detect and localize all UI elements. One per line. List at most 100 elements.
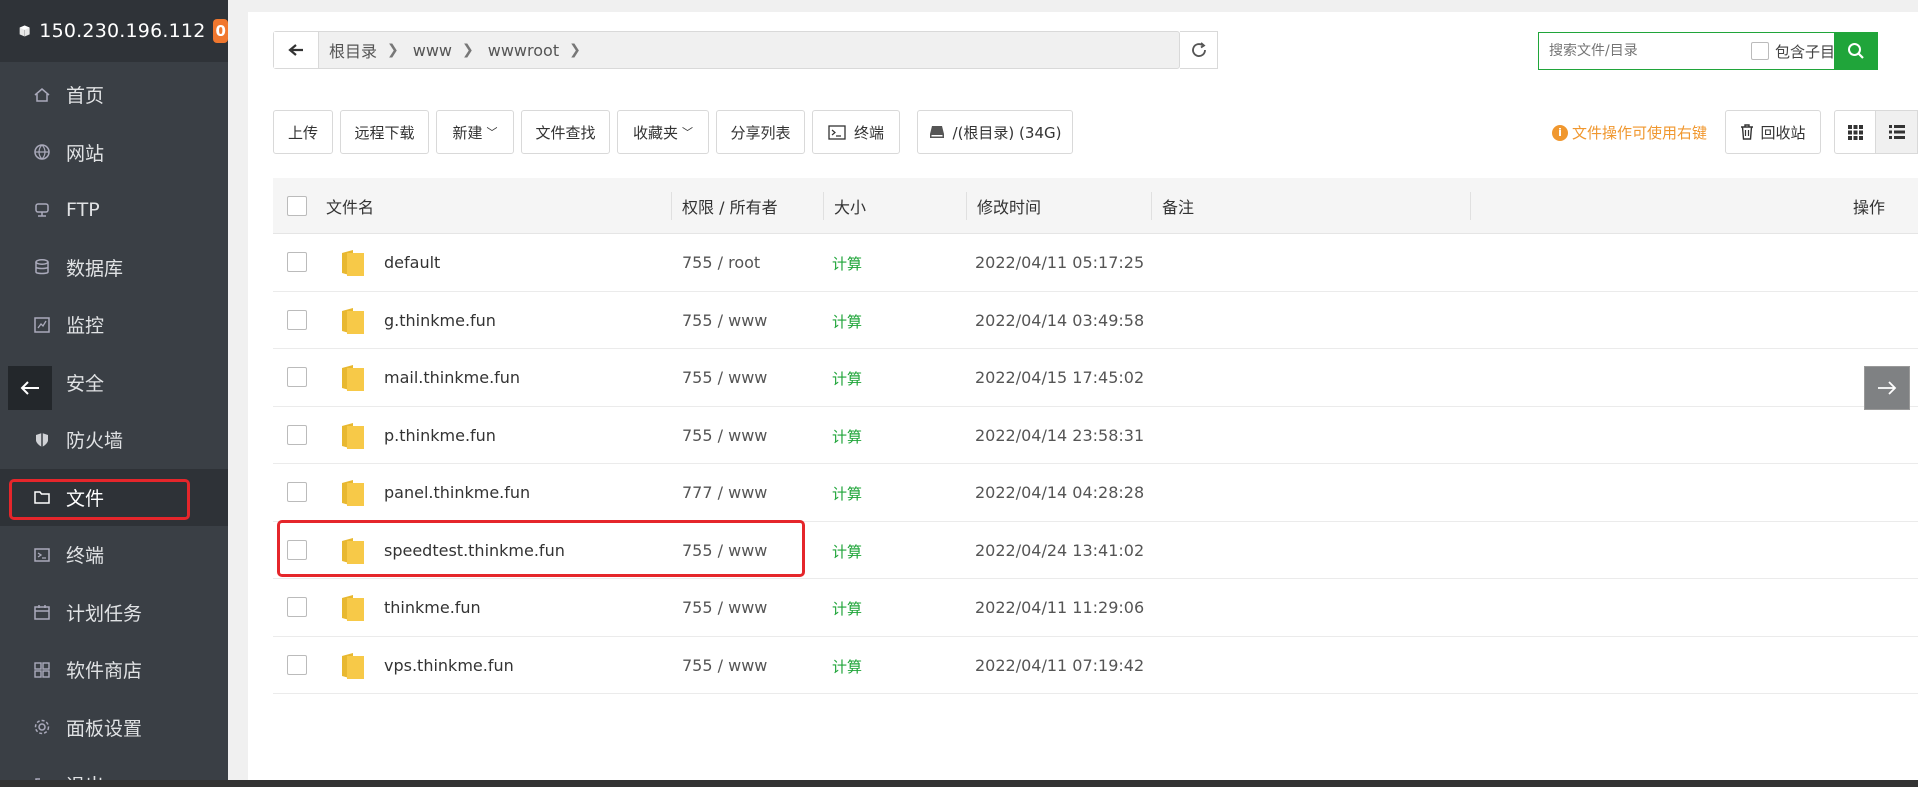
breadcrumb-wwwroot[interactable]: wwwroot bbox=[488, 41, 559, 60]
terminal-icon bbox=[32, 545, 52, 565]
recycle-bin-button[interactable]: 回收站 bbox=[1725, 110, 1821, 154]
sidebar-item-monitor[interactable]: 监控 bbox=[0, 296, 228, 354]
column-mtime[interactable]: 修改时间 bbox=[977, 178, 1041, 234]
sidebar-item-terminal[interactable]: 终端 bbox=[0, 526, 228, 584]
sidebar-item-label: 监控 bbox=[66, 315, 105, 338]
file-size-calc[interactable]: 计算 bbox=[832, 541, 862, 562]
select-all[interactable] bbox=[287, 178, 307, 234]
refresh-button[interactable] bbox=[1180, 31, 1218, 69]
row-checkbox[interactable] bbox=[287, 252, 307, 272]
breadcrumb-www[interactable]: www bbox=[413, 41, 452, 60]
row-checkbox[interactable] bbox=[287, 424, 307, 445]
sidebar-item-home[interactable]: 首页 bbox=[0, 66, 228, 124]
file-permission[interactable]: 755 / www bbox=[682, 368, 767, 387]
right-click-hint: i 文件操作可使用右键 bbox=[1552, 122, 1707, 143]
new-button-label: 新建 bbox=[452, 123, 483, 142]
file-permission[interactable]: 755 / www bbox=[682, 311, 767, 330]
file-size-calc[interactable]: 计算 bbox=[832, 483, 862, 504]
file-size-calc[interactable]: 计算 bbox=[832, 311, 862, 332]
notification-badge[interactable]: 0 bbox=[213, 19, 228, 43]
grid-view-button[interactable] bbox=[1834, 110, 1876, 154]
file-permission[interactable]: 755 / www bbox=[682, 541, 767, 560]
file-size-calc[interactable]: 计算 bbox=[832, 426, 862, 447]
list-view-button[interactable] bbox=[1875, 110, 1918, 154]
remote-download-button[interactable]: 远程下载 bbox=[340, 110, 429, 154]
favorites-button[interactable]: 收藏夹 ﹀ bbox=[617, 110, 709, 154]
search-icon bbox=[1848, 43, 1864, 59]
sidebar-item-label: 网站 bbox=[66, 142, 105, 165]
screenshot-next-button[interactable] bbox=[1864, 366, 1910, 410]
file-name[interactable]: thinkme.fun bbox=[384, 598, 481, 617]
sidebar-item-label: 计划任务 bbox=[66, 602, 143, 625]
row-checkbox[interactable] bbox=[287, 597, 307, 617]
file-size-calc[interactable]: 计算 bbox=[832, 253, 862, 274]
row-checkbox[interactable] bbox=[287, 539, 307, 560]
file-size-calc[interactable]: 计算 bbox=[832, 598, 862, 619]
sidebar-menu: 首页 网站 FTP 数据库 监控 安全 防火墙 文件 终端 计划任务 软件商店 … bbox=[0, 66, 228, 787]
search-button[interactable] bbox=[1834, 32, 1878, 70]
file-name[interactable]: speedtest.thinkme.fun bbox=[384, 541, 565, 560]
column-ops: 操作 bbox=[1853, 198, 1886, 217]
search-input[interactable] bbox=[1539, 43, 1739, 59]
file-permission[interactable]: 777 / www bbox=[682, 483, 767, 502]
file-size-calc[interactable]: 计算 bbox=[832, 656, 862, 677]
sidebar-item-cron[interactable]: 计划任务 bbox=[0, 584, 228, 642]
file-name[interactable]: panel.thinkme.fun bbox=[384, 483, 530, 502]
disk-icon bbox=[929, 125, 945, 139]
file-permission[interactable]: 755 / www bbox=[682, 656, 767, 675]
file-permission[interactable]: 755 / root bbox=[682, 253, 760, 272]
file-search-button[interactable]: 文件查找 bbox=[521, 110, 610, 154]
file-size-calc[interactable]: 计算 bbox=[832, 368, 862, 389]
include-subdir-checkbox[interactable] bbox=[1751, 42, 1769, 60]
file-permission[interactable]: 755 / www bbox=[682, 598, 767, 617]
breadcrumb-root[interactable]: 根目录 bbox=[329, 38, 377, 62]
row-checkbox[interactable] bbox=[287, 309, 307, 330]
folder-icon bbox=[342, 422, 364, 449]
sidebar-item-website[interactable]: 网站 bbox=[0, 124, 228, 182]
file-name[interactable]: mail.thinkme.fun bbox=[384, 368, 520, 387]
breadcrumb: 根目录 ❯ www ❯ wwwroot ❯ bbox=[319, 32, 595, 68]
sidebar-item-ftp[interactable]: FTP bbox=[0, 181, 228, 239]
sidebar-item-app-store[interactable]: 软件商店 bbox=[0, 641, 228, 699]
sidebar-item-firewall[interactable]: 防火墙 bbox=[0, 411, 228, 469]
file-name[interactable]: default bbox=[384, 253, 440, 272]
file-mtime: 2022/04/11 11:29:06 bbox=[975, 598, 1145, 617]
sidebar-item-files[interactable]: 文件 bbox=[0, 468, 228, 526]
calendar-icon bbox=[32, 602, 52, 622]
path-back-button[interactable] bbox=[274, 32, 319, 68]
column-size[interactable]: 大小 bbox=[834, 178, 866, 234]
row-checkbox[interactable] bbox=[287, 654, 307, 675]
right-click-hint-text: 文件操作可使用右键 bbox=[1572, 124, 1708, 142]
table-row[interactable]: default 755 / root 计算 2022/04/11 05:17:2… bbox=[273, 234, 1918, 292]
disk-button[interactable]: /(根目录) (34G) bbox=[917, 110, 1073, 154]
table-row[interactable]: p.thinkme.fun 755 / www 计算 2022/04/14 23… bbox=[273, 407, 1918, 464]
table-row[interactable]: g.thinkme.fun 755 / www 计算 2022/04/14 03… bbox=[273, 292, 1918, 349]
upload-button[interactable]: 上传 bbox=[273, 110, 333, 154]
table-row[interactable]: panel.thinkme.fun 777 / www 计算 2022/04/1… bbox=[273, 464, 1918, 522]
share-list-button[interactable]: 分享列表 bbox=[716, 110, 805, 154]
file-name[interactable]: vps.thinkme.fun bbox=[384, 656, 514, 675]
table-row[interactable]: speedtest.thinkme.fun 755 / www 计算 2022/… bbox=[273, 522, 1918, 579]
terminal-button[interactable]: 终端 bbox=[812, 110, 900, 154]
file-table-body: default 755 / root 计算 2022/04/11 05:17:2… bbox=[273, 234, 1918, 694]
file-mtime: 2022/04/15 17:45:02 bbox=[975, 368, 1145, 387]
sidebar-header: 150.230.196.112 0 bbox=[0, 0, 228, 62]
file-permission[interactable]: 755 / www bbox=[682, 426, 767, 445]
chevron-right-icon: ❯ bbox=[462, 42, 474, 58]
table-row[interactable]: thinkme.fun 755 / www 计算 2022/04/11 11:2… bbox=[273, 579, 1918, 637]
column-name[interactable]: 文件名 bbox=[326, 178, 374, 234]
select-all-checkbox[interactable] bbox=[287, 196, 307, 216]
new-button[interactable]: 新建 ﹀ bbox=[436, 110, 514, 154]
sidebar-item-settings[interactable]: 面板设置 bbox=[0, 699, 228, 757]
file-name[interactable]: g.thinkme.fun bbox=[384, 311, 496, 330]
screenshot-back-button[interactable] bbox=[8, 366, 52, 410]
column-permission[interactable]: 权限 / 所有者 bbox=[682, 178, 778, 234]
path-bar: 根目录 ❯ www ❯ wwwroot ❯ bbox=[273, 31, 1180, 69]
row-checkbox[interactable] bbox=[287, 367, 307, 387]
sidebar-item-database[interactable]: 数据库 bbox=[0, 239, 228, 297]
row-checkbox[interactable] bbox=[287, 482, 307, 502]
table-row[interactable]: mail.thinkme.fun 755 / www 计算 2022/04/15… bbox=[273, 349, 1918, 407]
table-row[interactable]: vps.thinkme.fun 755 / www 计算 2022/04/11 … bbox=[273, 637, 1918, 694]
file-name[interactable]: p.thinkme.fun bbox=[384, 426, 496, 445]
folder-icon bbox=[32, 487, 52, 507]
